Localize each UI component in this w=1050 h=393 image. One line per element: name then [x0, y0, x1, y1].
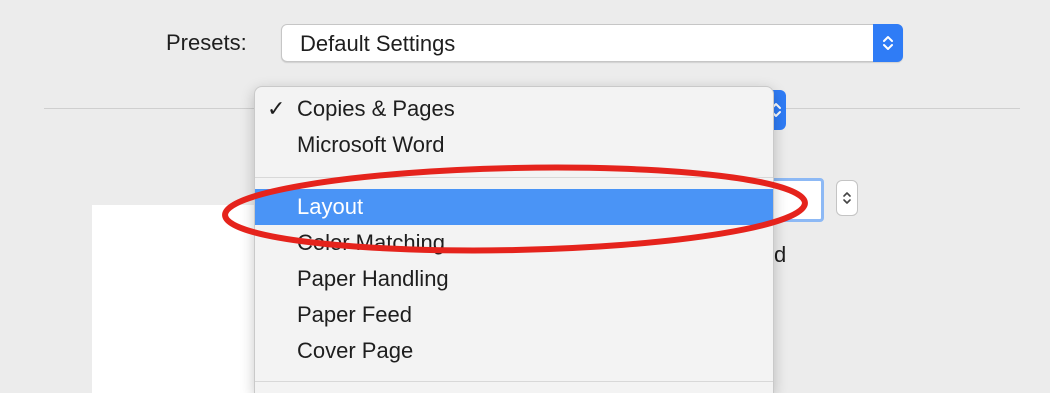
page-preview	[92, 205, 262, 393]
menu-item-label: Microsoft Word	[297, 132, 445, 157]
menu-item-label: Paper Feed	[297, 302, 412, 327]
menu-item-paper-handling[interactable]: Paper Handling	[255, 261, 773, 297]
menu-item-layout[interactable]: Layout	[255, 189, 773, 225]
menu-item-label: Cover Page	[297, 338, 414, 363]
presets-select[interactable]: Default Settings	[281, 24, 903, 62]
copies-field[interactable]	[766, 178, 824, 222]
copies-stepper[interactable]	[836, 180, 858, 216]
menu-item-label: Copies & Pages	[297, 96, 455, 121]
menu-divider	[255, 381, 773, 382]
menu-item-copies-pages[interactable]: ✓ Copies & Pages	[255, 91, 773, 127]
menu-item-microsoft-word[interactable]: Microsoft Word	[255, 127, 773, 163]
menu-item-label: Layout	[297, 194, 364, 219]
print-dialog: Presets: Default Settings d ✓ Copies & P…	[0, 0, 1050, 393]
menu-item-paper-feed[interactable]: Paper Feed	[255, 297, 773, 333]
section-dropdown-menu: ✓ Copies & Pages Microsoft Word Layout C…	[254, 86, 774, 393]
presets-value: Default Settings	[300, 31, 456, 56]
menu-item-label: Color Matching	[297, 230, 445, 255]
menu-item-label: Paper Handling	[297, 266, 449, 291]
updown-chevron-icon	[873, 24, 903, 62]
menu-divider	[255, 177, 773, 178]
menu-item-color-matching[interactable]: Color Matching	[255, 225, 773, 261]
partial-label: d	[774, 242, 787, 267]
presets-label: Presets:	[166, 30, 247, 55]
checkmark-icon: ✓	[267, 96, 286, 121]
menu-item-cover-page[interactable]: Cover Page	[255, 333, 773, 369]
